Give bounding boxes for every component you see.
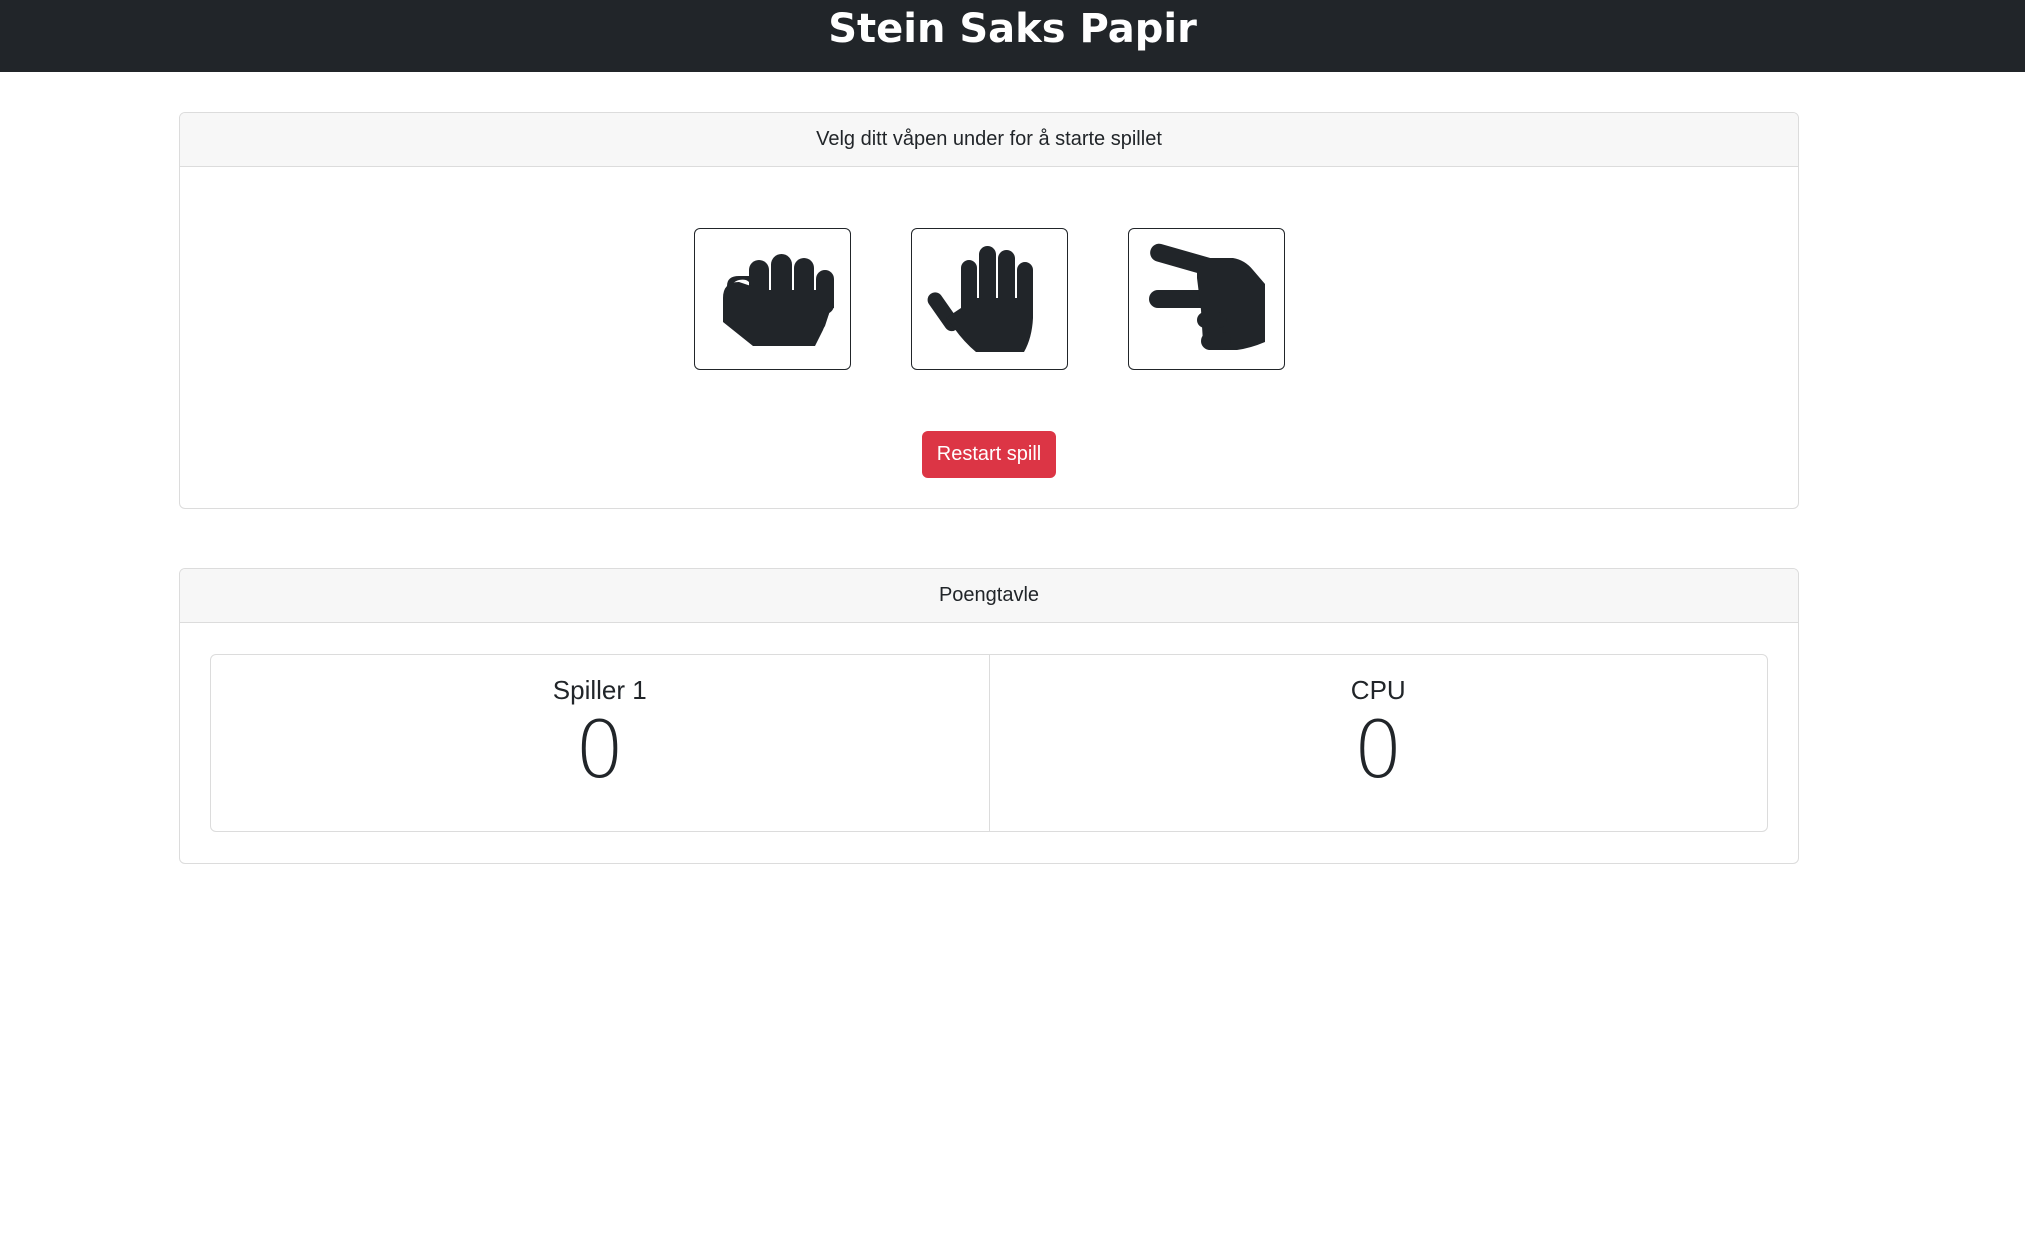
weapon-select-card: Velg ditt våpen under for å starte spill…	[179, 112, 1799, 509]
scoreboard-header: Poengtavle	[180, 569, 1798, 623]
scoreboard-card: Poengtavle Spiller 1 0 CPU 0	[179, 568, 1799, 864]
cpu-score: 0	[1353, 706, 1404, 796]
cpu-name: CPU	[1350, 675, 1406, 705]
score-table: Spiller 1 0 CPU 0	[210, 654, 1768, 832]
player-score-column: Spiller 1 0	[211, 655, 989, 831]
player-score: 0	[574, 706, 625, 796]
scissors-button[interactable]	[1127, 228, 1285, 370]
weapon-select-header: Velg ditt våpen under for å starte spill…	[180, 113, 1798, 167]
paper-button[interactable]	[910, 228, 1068, 370]
hand-scissors-icon	[1141, 238, 1271, 361]
cpu-score-column: CPU 0	[988, 655, 1768, 831]
weapon-buttons	[180, 228, 1798, 370]
top-navbar: Stein Saks Papir	[0, 0, 2025, 72]
rock-button[interactable]	[693, 228, 851, 370]
hand-rock-icon	[707, 238, 837, 361]
page-title: Stein Saks Papir	[828, 6, 1197, 52]
player-name: Spiller 1	[552, 675, 647, 705]
restart-button[interactable]: Restart spill	[922, 431, 1056, 478]
hand-paper-icon	[924, 238, 1054, 361]
